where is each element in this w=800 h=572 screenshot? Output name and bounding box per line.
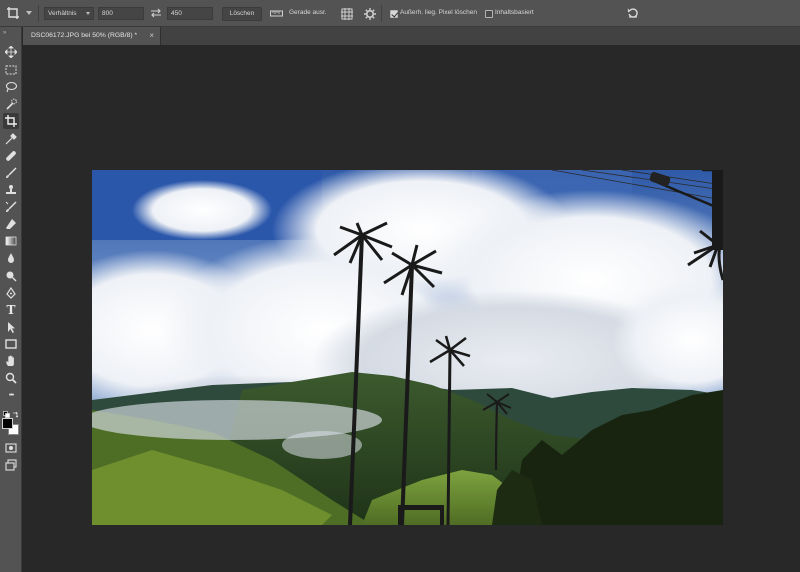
history-brush-tool-icon[interactable] [3, 199, 19, 215]
delete-cropped-pixels-label: Außerh. lieg. Pixel löschen [400, 9, 477, 16]
foreground-color-swatch[interactable] [2, 418, 13, 429]
width-input[interactable]: 800 [98, 7, 144, 20]
clear-button[interactable]: Löschen [222, 7, 262, 21]
rectangle-tool-icon[interactable] [3, 336, 19, 352]
crop-tool-preset-icon[interactable] [6, 6, 20, 20]
panel-collapse-icon[interactable]: » [3, 30, 7, 36]
overlay-grid-icon[interactable] [341, 8, 353, 22]
rectangular-marquee-tool-icon[interactable] [3, 62, 19, 78]
path-selection-tool-icon[interactable] [3, 319, 19, 335]
straighten-icon[interactable] [270, 9, 283, 20]
ratio-select[interactable]: Verhältnis [44, 7, 94, 20]
straighten-label[interactable]: Gerade ausr. [289, 9, 327, 16]
document-tab-bar: DSC06172.JPG bei 50% (RGB/8) * × [23, 27, 800, 45]
clone-stamp-tool-icon[interactable] [3, 182, 19, 198]
dodge-tool-icon[interactable] [3, 268, 19, 284]
gear-icon[interactable] [364, 8, 376, 22]
document-tab[interactable]: DSC06172.JPG bei 50% (RGB/8) * × [23, 27, 161, 45]
options-bar: Verhältnis 800 450 Löschen Gerade ausr. … [0, 0, 800, 27]
delete-cropped-pixels-checkbox[interactable] [390, 10, 398, 18]
hand-tool-icon[interactable] [3, 353, 19, 369]
swap-dimensions-icon[interactable] [150, 8, 162, 20]
type-tool-icon[interactable]: T [3, 302, 19, 318]
close-icon[interactable]: × [149, 27, 154, 45]
tools-panel: » T ••• [0, 27, 22, 572]
pen-tool-icon[interactable] [3, 285, 19, 301]
swap-colors-icon[interactable] [12, 405, 19, 423]
height-input[interactable]: 450 [167, 7, 213, 20]
blur-tool-icon[interactable] [3, 250, 19, 266]
screen-mode-icon[interactable] [3, 457, 19, 473]
gradient-tool-icon[interactable] [3, 233, 19, 249]
tool-preset-chevron-down-icon[interactable] [26, 11, 32, 15]
content-aware-checkbox[interactable] [485, 10, 493, 18]
quick-selection-tool-icon[interactable] [3, 96, 19, 112]
content-aware-label: Inhaltsbasiert [495, 9, 534, 16]
brush-tool-icon[interactable] [3, 165, 19, 181]
crop-tool-icon[interactable] [3, 113, 19, 129]
zoom-tool-icon[interactable] [3, 370, 19, 386]
more-tools-icon[interactable]: ••• [3, 387, 19, 403]
move-tool-icon[interactable] [3, 44, 19, 60]
eraser-tool-icon[interactable] [3, 216, 19, 232]
reset-icon[interactable] [627, 7, 639, 21]
eyedropper-tool-icon[interactable] [3, 131, 19, 147]
divider [381, 5, 382, 22]
divider [38, 5, 39, 22]
quick-mask-icon[interactable] [3, 440, 19, 456]
lasso-tool-icon[interactable] [3, 79, 19, 95]
document-image[interactable] [92, 170, 723, 525]
canvas-area[interactable] [23, 45, 800, 572]
document-tab-title: DSC06172.JPG bei 50% (RGB/8) * [31, 32, 138, 39]
healing-brush-tool-icon[interactable] [3, 148, 19, 164]
